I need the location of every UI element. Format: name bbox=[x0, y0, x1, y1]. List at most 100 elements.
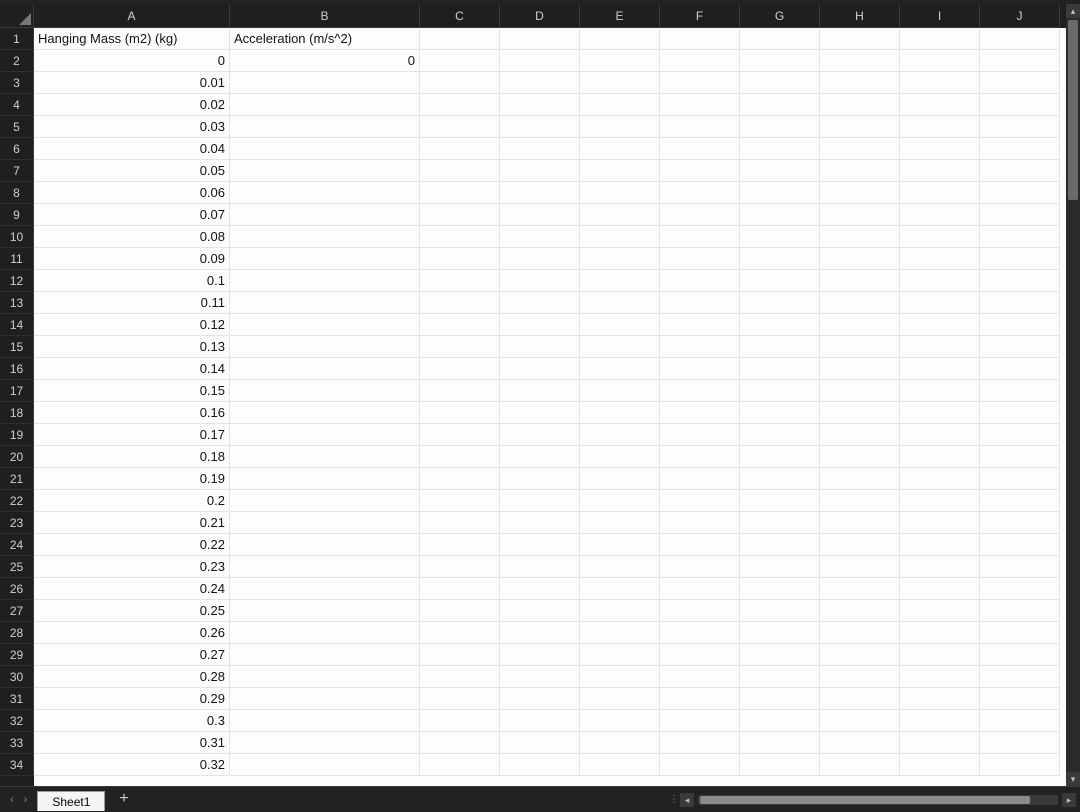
cell-J25[interactable] bbox=[980, 556, 1060, 578]
cell-E32[interactable] bbox=[580, 710, 660, 732]
cell-D11[interactable] bbox=[500, 248, 580, 270]
cell-J11[interactable] bbox=[980, 248, 1060, 270]
cell-I12[interactable] bbox=[900, 270, 980, 292]
row-header-26[interactable]: 26 bbox=[0, 578, 34, 600]
row-header-11[interactable]: 11 bbox=[0, 248, 34, 270]
cell-H9[interactable] bbox=[820, 204, 900, 226]
cell-C13[interactable] bbox=[420, 292, 500, 314]
row-header-19[interactable]: 19 bbox=[0, 424, 34, 446]
column-header-F[interactable]: F bbox=[660, 4, 740, 28]
cell-H3[interactable] bbox=[820, 72, 900, 94]
row-header-15[interactable]: 15 bbox=[0, 336, 34, 358]
cell-E7[interactable] bbox=[580, 160, 660, 182]
cell-J31[interactable] bbox=[980, 688, 1060, 710]
cell-H22[interactable] bbox=[820, 490, 900, 512]
cell-F13[interactable] bbox=[660, 292, 740, 314]
cell-A25[interactable]: 0.23 bbox=[34, 556, 230, 578]
row-header-2[interactable]: 2 bbox=[0, 50, 34, 72]
cell-I33[interactable] bbox=[900, 732, 980, 754]
cell-J20[interactable] bbox=[980, 446, 1060, 468]
cell-I27[interactable] bbox=[900, 600, 980, 622]
cell-J9[interactable] bbox=[980, 204, 1060, 226]
cell-E16[interactable] bbox=[580, 358, 660, 380]
cell-B22[interactable] bbox=[230, 490, 420, 512]
cell-B29[interactable] bbox=[230, 644, 420, 666]
cell-C17[interactable] bbox=[420, 380, 500, 402]
cell-H10[interactable] bbox=[820, 226, 900, 248]
cell-C24[interactable] bbox=[420, 534, 500, 556]
cell-I32[interactable] bbox=[900, 710, 980, 732]
cell-B5[interactable] bbox=[230, 116, 420, 138]
cell-B33[interactable] bbox=[230, 732, 420, 754]
row-header-21[interactable]: 21 bbox=[0, 468, 34, 490]
cell-I16[interactable] bbox=[900, 358, 980, 380]
cell-H14[interactable] bbox=[820, 314, 900, 336]
row-header-7[interactable]: 7 bbox=[0, 160, 34, 182]
cell-A30[interactable]: 0.28 bbox=[34, 666, 230, 688]
scroll-left-button[interactable]: ◂ bbox=[680, 793, 694, 807]
cell-D2[interactable] bbox=[500, 50, 580, 72]
row-header-30[interactable]: 30 bbox=[0, 666, 34, 688]
cell-G7[interactable] bbox=[740, 160, 820, 182]
cell-I10[interactable] bbox=[900, 226, 980, 248]
cell-C23[interactable] bbox=[420, 512, 500, 534]
cell-A27[interactable]: 0.25 bbox=[34, 600, 230, 622]
cell-H29[interactable] bbox=[820, 644, 900, 666]
cell-A24[interactable]: 0.22 bbox=[34, 534, 230, 556]
cell-I30[interactable] bbox=[900, 666, 980, 688]
cell-B2[interactable]: 0 bbox=[230, 50, 420, 72]
cell-G5[interactable] bbox=[740, 116, 820, 138]
cell-G16[interactable] bbox=[740, 358, 820, 380]
cell-G12[interactable] bbox=[740, 270, 820, 292]
cell-G9[interactable] bbox=[740, 204, 820, 226]
cell-G32[interactable] bbox=[740, 710, 820, 732]
cell-F3[interactable] bbox=[660, 72, 740, 94]
cell-C9[interactable] bbox=[420, 204, 500, 226]
cell-C14[interactable] bbox=[420, 314, 500, 336]
cell-I21[interactable] bbox=[900, 468, 980, 490]
cell-D20[interactable] bbox=[500, 446, 580, 468]
row-header-3[interactable]: 3 bbox=[0, 72, 34, 94]
cell-D19[interactable] bbox=[500, 424, 580, 446]
cell-F15[interactable] bbox=[660, 336, 740, 358]
cell-B3[interactable] bbox=[230, 72, 420, 94]
cell-F22[interactable] bbox=[660, 490, 740, 512]
cell-B11[interactable] bbox=[230, 248, 420, 270]
cell-A16[interactable]: 0.14 bbox=[34, 358, 230, 380]
cell-F34[interactable] bbox=[660, 754, 740, 776]
cell-E25[interactable] bbox=[580, 556, 660, 578]
cell-E11[interactable] bbox=[580, 248, 660, 270]
cell-H33[interactable] bbox=[820, 732, 900, 754]
cell-A10[interactable]: 0.08 bbox=[34, 226, 230, 248]
cell-A23[interactable]: 0.21 bbox=[34, 512, 230, 534]
cell-H25[interactable] bbox=[820, 556, 900, 578]
cell-D26[interactable] bbox=[500, 578, 580, 600]
cell-G11[interactable] bbox=[740, 248, 820, 270]
cell-F28[interactable] bbox=[660, 622, 740, 644]
cell-C4[interactable] bbox=[420, 94, 500, 116]
cell-H8[interactable] bbox=[820, 182, 900, 204]
cell-F17[interactable] bbox=[660, 380, 740, 402]
cell-G8[interactable] bbox=[740, 182, 820, 204]
scroll-down-button[interactable]: ▾ bbox=[1066, 772, 1080, 786]
cell-C10[interactable] bbox=[420, 226, 500, 248]
cell-F20[interactable] bbox=[660, 446, 740, 468]
cell-H4[interactable] bbox=[820, 94, 900, 116]
cell-D3[interactable] bbox=[500, 72, 580, 94]
cell-H24[interactable] bbox=[820, 534, 900, 556]
cell-B34[interactable] bbox=[230, 754, 420, 776]
cell-J2[interactable] bbox=[980, 50, 1060, 72]
cell-G14[interactable] bbox=[740, 314, 820, 336]
cell-H11[interactable] bbox=[820, 248, 900, 270]
cell-G26[interactable] bbox=[740, 578, 820, 600]
column-header-J[interactable]: J bbox=[980, 4, 1060, 28]
cell-H1[interactable] bbox=[820, 28, 900, 50]
cell-E28[interactable] bbox=[580, 622, 660, 644]
cell-E29[interactable] bbox=[580, 644, 660, 666]
cell-E22[interactable] bbox=[580, 490, 660, 512]
vertical-scroll-thumb[interactable] bbox=[1068, 20, 1078, 200]
cell-F14[interactable] bbox=[660, 314, 740, 336]
column-header-H[interactable]: H bbox=[820, 4, 900, 28]
cell-G2[interactable] bbox=[740, 50, 820, 72]
cell-I7[interactable] bbox=[900, 160, 980, 182]
